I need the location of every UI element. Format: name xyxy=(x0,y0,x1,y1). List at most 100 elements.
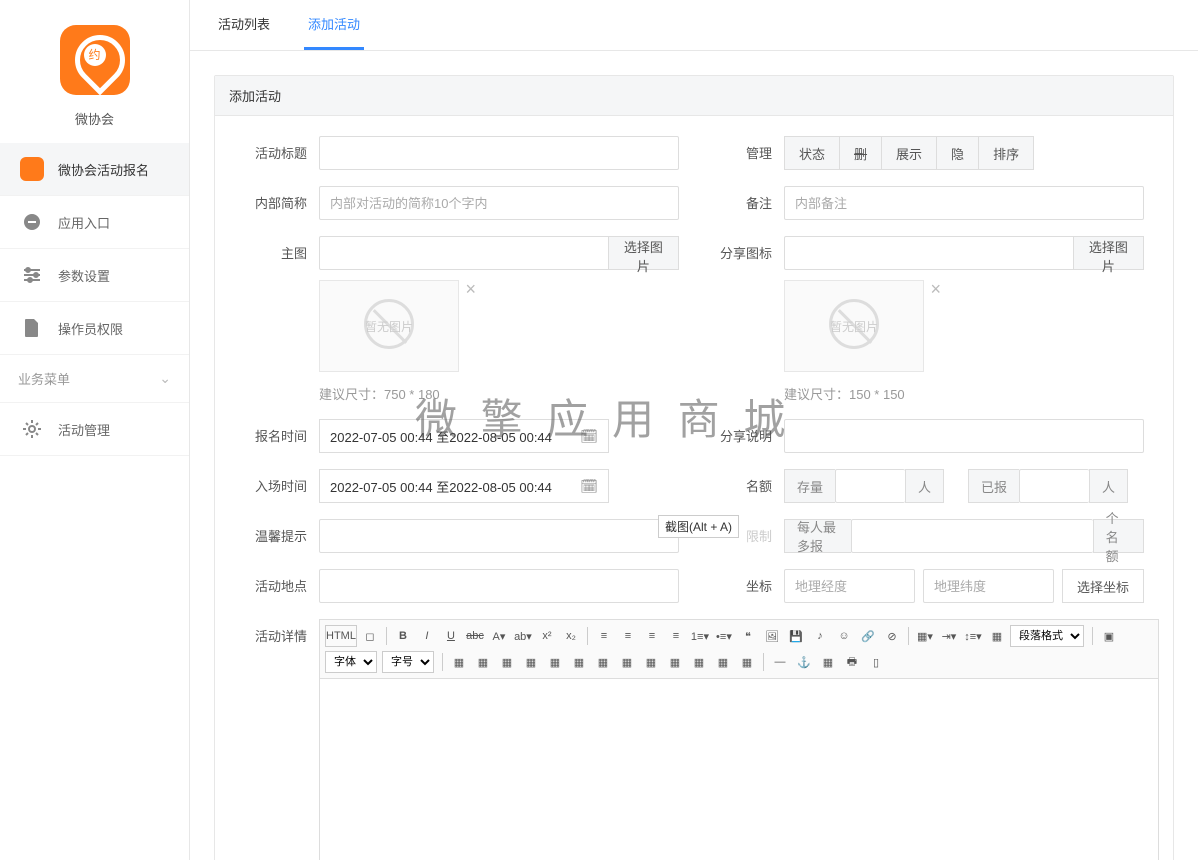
input-entertime[interactable]: 2022-07-05 00:44 至2022-08-05 00:44 🗓 xyxy=(319,469,609,503)
tb-align-justify-icon[interactable]: ≡ xyxy=(665,625,687,647)
tb-bold-icon[interactable]: B xyxy=(392,625,414,647)
tb-link-icon[interactable]: 🔗 xyxy=(857,625,879,647)
tb-t13-icon[interactable]: ▦ xyxy=(736,651,758,673)
tb-music-icon[interactable]: ♪ xyxy=(809,625,831,647)
tab-activity-list[interactable]: 活动列表 xyxy=(214,0,274,50)
tb-align-right-icon[interactable]: ≡ xyxy=(641,625,663,647)
input-sharedesc[interactable] xyxy=(784,419,1144,453)
tb-page-icon[interactable]: ▯ xyxy=(865,651,887,673)
chat-icon xyxy=(20,210,44,234)
label-entertime: 入场时间 xyxy=(229,469,319,495)
tb-font-select[interactable]: 字体 xyxy=(325,651,377,673)
tb-hr-icon[interactable]: — xyxy=(769,651,791,673)
tb-paragraph-select[interactable]: 段落格式 xyxy=(1010,625,1084,647)
hint-shareimg: 建议尺寸：150 * 150 xyxy=(784,384,1144,403)
nav-label: 参数设置 xyxy=(58,266,110,285)
hint-mainimg: 建议尺寸：750 * 180 xyxy=(319,384,679,403)
nav-activity-signup[interactable]: 微协会活动报名 xyxy=(0,143,189,196)
tab-add-activity[interactable]: 添加活动 xyxy=(304,0,364,50)
sidebar: 约 微协会 微协会活动报名 应用入口 参数设置 操作员权限 业务菜单 ⌄ 活动管… xyxy=(0,0,190,860)
tb-t3-icon[interactable]: ▦ xyxy=(496,651,518,673)
tb-save-icon[interactable]: 💾 xyxy=(785,625,807,647)
tb-italic-icon[interactable]: I xyxy=(416,625,438,647)
btn-status[interactable]: 状态 xyxy=(784,136,840,170)
tb-preview-icon[interactable]: ◻ xyxy=(359,625,381,647)
label-detail: 活动详情 xyxy=(229,619,319,860)
tb-size-select[interactable]: 字号 xyxy=(382,651,434,673)
input-tip[interactable] xyxy=(319,519,679,553)
btn-delete[interactable]: 删 xyxy=(839,136,882,170)
close-icon[interactable]: × xyxy=(465,279,476,300)
tb-align-left-icon[interactable]: ≡ xyxy=(593,625,615,647)
tb-indent-icon[interactable]: ⇥▾ xyxy=(938,625,960,647)
label-title: 活动标题 xyxy=(229,136,319,162)
tb-print-icon[interactable]: 🖶 xyxy=(841,651,863,673)
tb-sup-icon[interactable]: x² xyxy=(536,625,558,647)
nav-app-entry[interactable]: 应用入口 xyxy=(0,196,189,249)
editor-content[interactable] xyxy=(319,679,1159,860)
input-mainimg[interactable] xyxy=(319,236,609,270)
tb-t1-icon[interactable]: ▦ xyxy=(448,651,470,673)
nav-label: 应用入口 xyxy=(58,213,110,232)
tb-code-icon[interactable]: ▦ xyxy=(817,651,839,673)
tb-sub-icon[interactable]: x₂ xyxy=(560,625,582,647)
tb-lineheight-icon[interactable]: ↕≡▾ xyxy=(962,625,984,647)
tb-t12-icon[interactable]: ▦ xyxy=(712,651,734,673)
tb-t6-icon[interactable]: ▦ xyxy=(568,651,590,673)
tb-t9-icon[interactable]: ▦ xyxy=(640,651,662,673)
nav-label: 微协会活动报名 xyxy=(58,160,149,179)
tb-bgcolor-icon[interactable]: ab▾ xyxy=(512,625,534,647)
tb-table-icon[interactable]: ▦▾ xyxy=(914,625,936,647)
label-remark: 备注 xyxy=(694,186,784,212)
btn-select-coord[interactable]: 选择坐标 xyxy=(1062,569,1144,603)
tb-align-center-icon[interactable]: ≡ xyxy=(617,625,639,647)
input-lat[interactable] xyxy=(923,569,1054,603)
input-reported[interactable] xyxy=(1019,469,1089,503)
close-icon[interactable]: × xyxy=(930,279,941,300)
input-title[interactable] xyxy=(319,136,679,170)
stock-prefix: 存量 xyxy=(784,469,835,503)
tb-unlink-icon[interactable]: ⊘ xyxy=(881,625,903,647)
input-shareimg[interactable] xyxy=(784,236,1074,270)
tb-t10-icon[interactable]: ▦ xyxy=(664,651,686,673)
tb-emoji-icon[interactable]: ☺ xyxy=(833,625,855,647)
btn-select-mainimg[interactable]: 选择图片 xyxy=(609,236,679,270)
business-menu-header[interactable]: 业务菜单 ⌄ xyxy=(0,355,189,403)
input-lng[interactable] xyxy=(784,569,915,603)
input-shortname[interactable] xyxy=(319,186,679,220)
input-signtime[interactable]: 2022-07-05 00:44 至2022-08-05 00:44 🗓 xyxy=(319,419,609,453)
tb-html[interactable]: HTML xyxy=(325,625,357,647)
label-manage: 管理 xyxy=(694,136,784,162)
nav-activity-manage[interactable]: 活动管理 xyxy=(0,403,189,456)
input-addr[interactable] xyxy=(319,569,679,603)
no-image-text: 暂无图片 xyxy=(365,318,413,335)
tb-strike-icon[interactable]: abc xyxy=(464,625,486,647)
tb-t7-icon[interactable]: ▦ xyxy=(592,651,614,673)
tb-quote-icon[interactable]: ❝ xyxy=(737,625,759,647)
tb-ul-icon[interactable]: •≡▾ xyxy=(713,625,735,647)
btn-sort[interactable]: 排序 xyxy=(978,136,1034,170)
input-remark[interactable] xyxy=(784,186,1144,220)
tb-ol-icon[interactable]: 1≡▾ xyxy=(689,625,711,647)
tb-clear-icon[interactable]: ▦ xyxy=(986,625,1008,647)
input-perperson[interactable] xyxy=(851,519,1092,553)
btn-hide[interactable]: 隐 xyxy=(936,136,979,170)
btn-show[interactable]: 展示 xyxy=(881,136,937,170)
tb-t2-icon[interactable]: ▦ xyxy=(472,651,494,673)
tb-t5-icon[interactable]: ▦ xyxy=(544,651,566,673)
tb-anchor-icon[interactable]: ⚓ xyxy=(793,651,815,673)
tb-fontcolor-icon[interactable]: A▾ xyxy=(488,625,510,647)
tb-underline-icon[interactable]: U xyxy=(440,625,462,647)
tb-t4-icon[interactable]: ▦ xyxy=(520,651,542,673)
screenshot-tooltip: 截图(Alt + A) xyxy=(658,515,739,538)
nav-operator-perm[interactable]: 操作员权限 xyxy=(0,302,189,355)
btn-select-shareimg[interactable]: 选择图片 xyxy=(1074,236,1144,270)
main-area: 活动列表 添加活动 添加活动 微 擎 应 用 商 城 活动标题 管理 xyxy=(190,0,1198,860)
input-stock[interactable] xyxy=(835,469,905,503)
label-sharedesc: 分享说明 xyxy=(694,419,784,445)
tb-t11-icon[interactable]: ▦ xyxy=(688,651,710,673)
nav-param-settings[interactable]: 参数设置 xyxy=(0,249,189,302)
tb-fullscreen-icon[interactable]: ▣ xyxy=(1098,625,1120,647)
tb-image-icon[interactable]: 🖼 xyxy=(761,625,783,647)
tb-t8-icon[interactable]: ▦ xyxy=(616,651,638,673)
